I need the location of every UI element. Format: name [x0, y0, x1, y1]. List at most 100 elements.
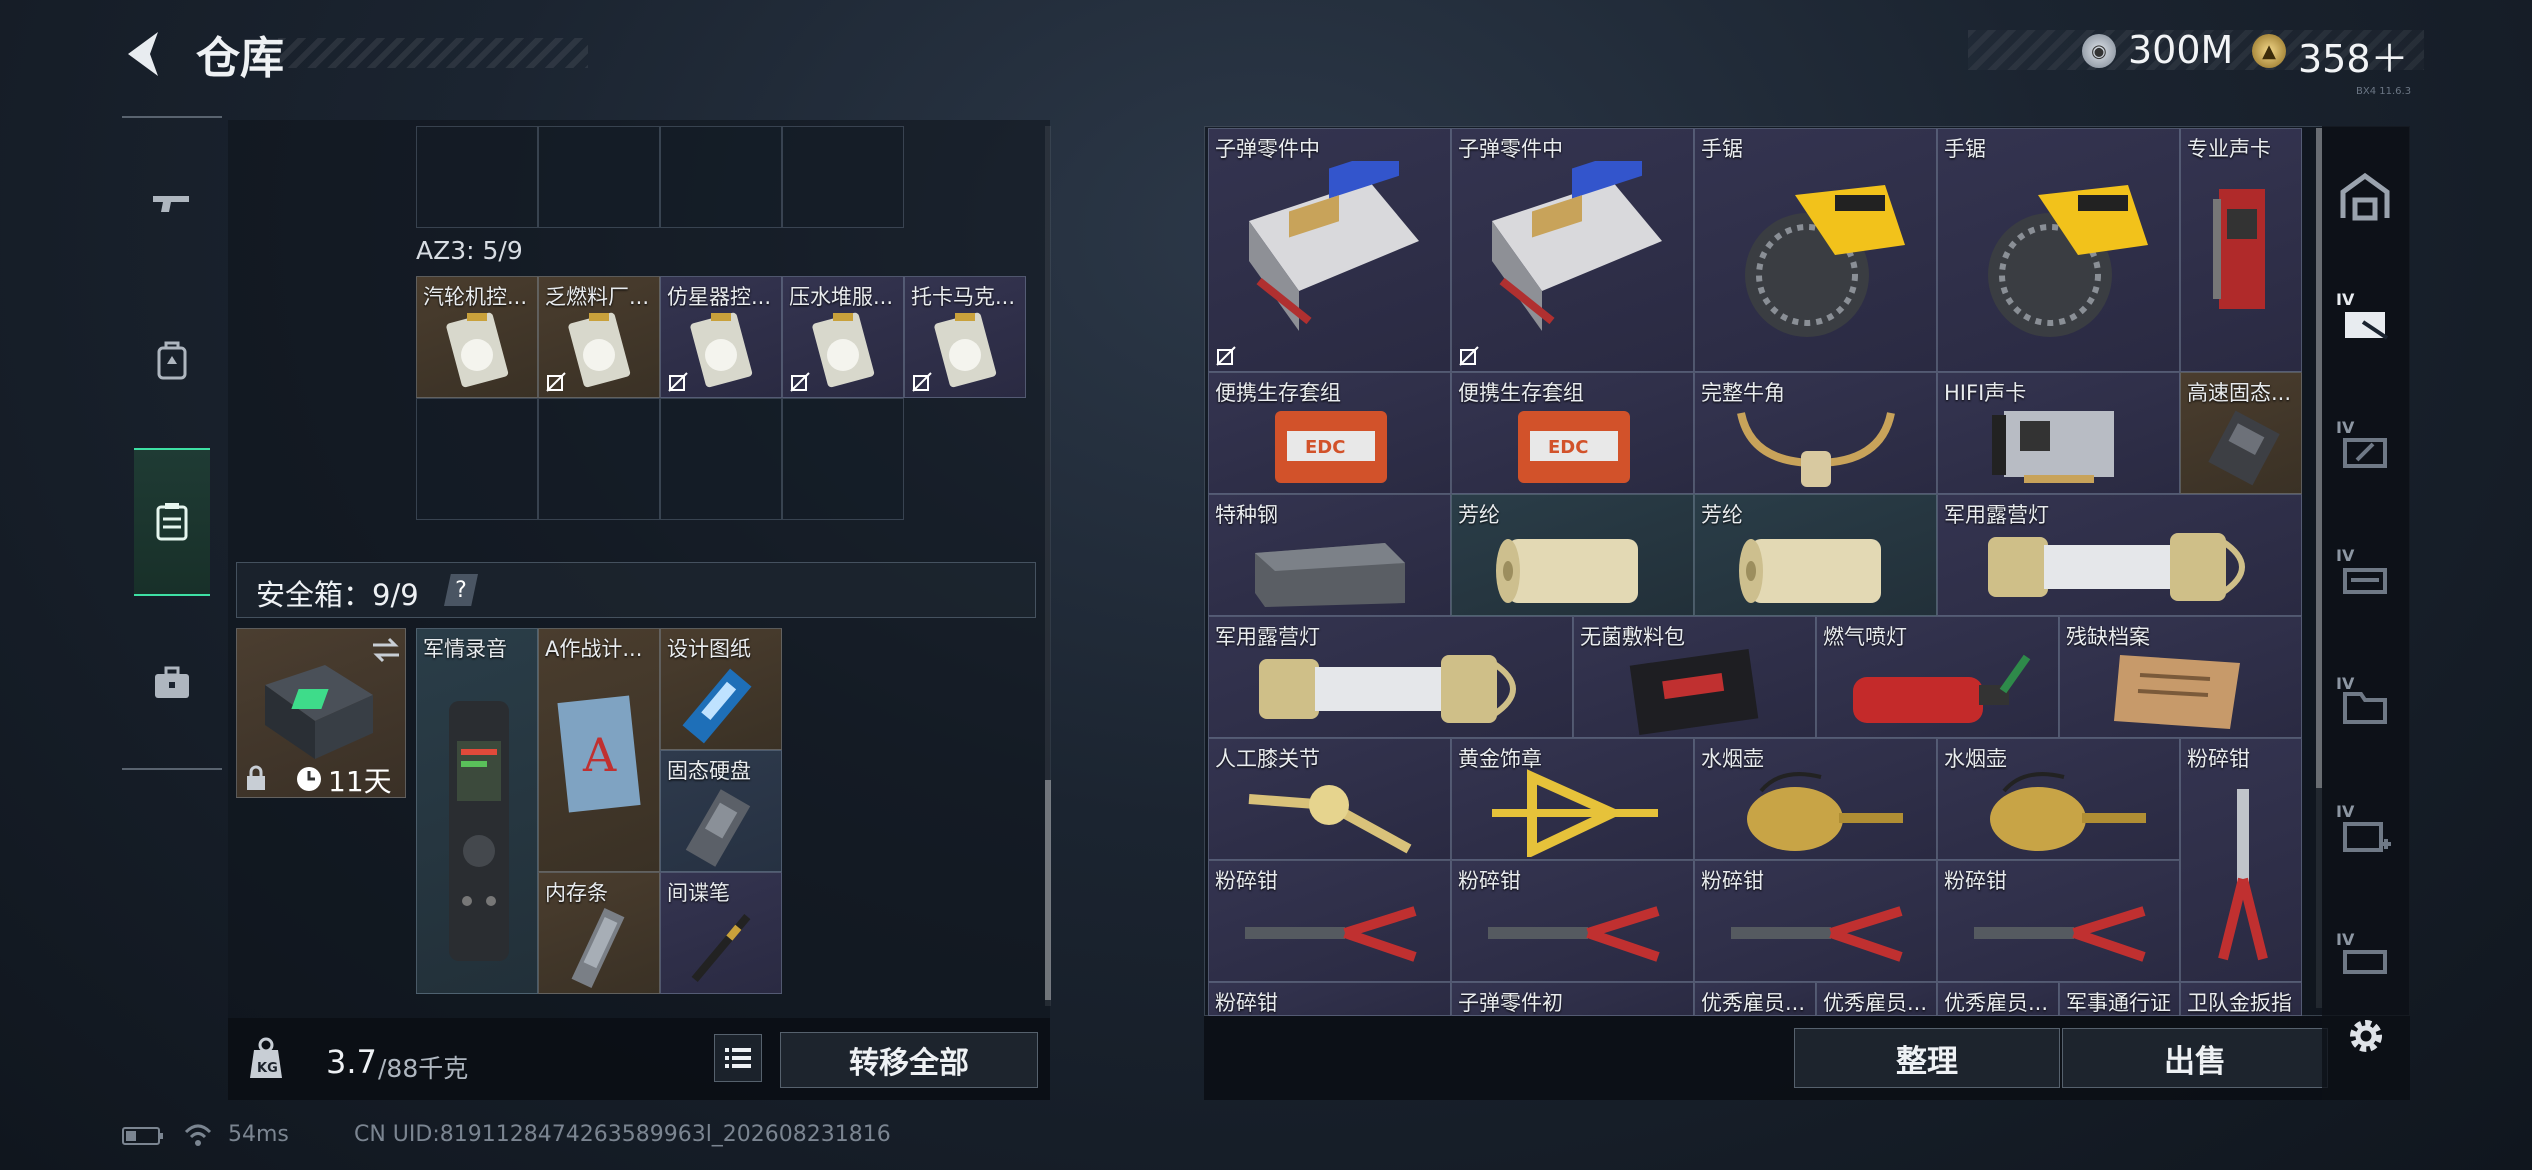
inventory-item[interactable]: 燃气喷灯 — [1816, 616, 2059, 738]
circular-saw-icon — [1745, 185, 1905, 337]
empty-slot[interactable] — [660, 398, 782, 520]
inventory-item[interactable]: 子弹零件中 — [1208, 128, 1451, 372]
storage-tab-4[interactable]: IV — [2328, 664, 2402, 744]
rail-weapon[interactable] — [134, 160, 210, 250]
circular-saw-icon — [1988, 185, 2148, 337]
inventory-item[interactable]: 芳纶 — [1694, 494, 1937, 616]
sell-button[interactable]: 出售 — [2062, 1028, 2328, 1088]
safe-item[interactable]: 军情录音 — [416, 628, 538, 994]
empty-slot[interactable] — [416, 398, 538, 520]
inventory-item[interactable]: 军用露营灯 — [1208, 616, 1573, 738]
storage-tab-2[interactable]: IV — [2328, 408, 2402, 488]
gold-coin-icon: ▲ — [2252, 34, 2286, 68]
inventory-item[interactable]: 优秀雇员... — [1937, 982, 2059, 1016]
settings-button[interactable] — [2340, 1006, 2392, 1066]
svg-text:EDC: EDC — [1305, 437, 1345, 458]
storage-tab-5[interactable]: IV — [2328, 792, 2402, 872]
crusher-pliers-icon — [1245, 906, 1417, 962]
inventory-item[interactable]: 粉碎钳 — [1937, 860, 2180, 982]
inventory-item[interactable]: 子弹零件中 — [1451, 128, 1694, 372]
inventory-item[interactable]: 军用露营灯 — [1937, 494, 2302, 616]
back-button[interactable] — [118, 26, 168, 82]
inventory-item[interactable]: 完整牛角 — [1694, 372, 1937, 494]
wifi-icon — [184, 1124, 212, 1146]
storage-tab-1[interactable]: IV — [2328, 280, 2402, 360]
inventory-item[interactable]: 粉碎钳 — [1208, 982, 1451, 1016]
storage-icon — [156, 503, 188, 541]
safe-item[interactable]: 设计图纸 — [660, 628, 782, 750]
inventory-item[interactable]: 军事通行证 — [2059, 982, 2180, 1016]
inventory-item[interactable]: 粉碎钳 — [1694, 860, 1937, 982]
safe-item[interactable]: 内存条 — [538, 872, 660, 994]
inventory-item[interactable]: 子弹零件初 — [1451, 982, 1694, 1016]
inventory-item[interactable]: 专业声卡 — [2180, 128, 2302, 372]
container-item[interactable]: 乏燃料厂... — [538, 276, 660, 398]
inventory-item[interactable]: 人工膝关节 — [1208, 738, 1451, 860]
inventory-item[interactable]: 卫队金扳指 — [2180, 982, 2302, 1016]
inventory-item[interactable]: 黄金饰章 — [1451, 738, 1694, 860]
safe-item[interactable]: 间谍笔 — [660, 872, 782, 994]
rail-armor[interactable] — [134, 316, 210, 406]
inventory-item[interactable]: 残缺档案 — [2059, 616, 2302, 738]
storage-tab-6[interactable]: IV — [2328, 920, 2402, 980]
sort-button[interactable]: 整理 — [1794, 1028, 2060, 1088]
rail-toolbox[interactable] — [134, 638, 210, 728]
inventory-item[interactable]: 特种钢 — [1208, 494, 1451, 616]
empty-slot[interactable] — [538, 126, 660, 228]
inventory-item[interactable]: 优秀雇员... — [1816, 982, 1937, 1016]
inventory-item[interactable]: 手锯 — [1937, 128, 2180, 372]
inventory-item[interactable]: 芳纶 — [1451, 494, 1694, 616]
item-label: 优秀雇员... — [1944, 991, 2049, 1015]
list-view-button[interactable] — [714, 1034, 762, 1082]
camping-lantern-icon — [1988, 533, 2245, 601]
container-item[interactable]: 汽轮机控... — [416, 276, 538, 398]
item-label: 军事通行证 — [2066, 991, 2171, 1015]
container-item[interactable]: 压水堆服... — [782, 276, 904, 398]
item-label: 汽轮机控... — [423, 285, 528, 309]
crusher-pliers-icon — [1731, 906, 1903, 962]
inventory-item[interactable]: 粉碎钳 — [1451, 860, 1694, 982]
tier-tag: IV — [2336, 930, 2355, 949]
safe-item[interactable]: A作战计... A — [538, 628, 660, 872]
inventory-item[interactable]: 水烟壶 — [1937, 738, 2180, 860]
item-label: 固态硬盘 — [667, 759, 751, 783]
inventory-item[interactable]: 粉碎钳 — [1208, 860, 1451, 982]
item-label: 粉碎钳 — [1215, 869, 1278, 893]
storage-tab-home[interactable] — [2328, 156, 2402, 236]
safe-item[interactable]: 固态硬盘 — [660, 750, 782, 872]
container-item[interactable]: 托卡马克... — [904, 276, 1026, 398]
gold-amount[interactable]: 358＋ — [2298, 28, 2409, 83]
silver-amount[interactable]: 300M — [2128, 28, 2233, 72]
inventory-item[interactable]: 水烟壶 — [1694, 738, 1937, 860]
item-label: 子弹零件中 — [1458, 137, 1563, 161]
empty-slot[interactable] — [782, 398, 904, 520]
gold-badge-icon — [1492, 769, 1658, 857]
keycard-icon — [568, 312, 631, 388]
swap-icon[interactable] — [371, 637, 401, 663]
empty-slot[interactable] — [660, 126, 782, 228]
empty-slot[interactable] — [416, 126, 538, 228]
item-label: 优秀雇员... — [1823, 991, 1928, 1015]
empty-slot[interactable] — [538, 398, 660, 520]
transfer-all-button[interactable]: 转移全部 — [780, 1032, 1038, 1088]
inventory-item[interactable]: 优秀雇员... — [1694, 982, 1816, 1016]
backpack-icon — [157, 341, 187, 380]
clock-icon — [297, 767, 321, 791]
inventory-item[interactable]: 高速固态... — [2180, 372, 2302, 494]
inventory-item[interactable]: 手锯 — [1694, 128, 1937, 372]
inventory-item[interactable]: 便携生存套组 EDC — [1451, 372, 1694, 494]
item-label: 子弹零件中 — [1215, 137, 1320, 161]
container-item[interactable]: 仿星器控... — [660, 276, 782, 398]
storage-tab-3[interactable]: IV — [2328, 536, 2402, 616]
item-label: 设计图纸 — [667, 637, 751, 661]
ssd-icon — [2208, 410, 2280, 486]
rail-storage[interactable] — [134, 448, 210, 596]
inventory-item[interactable]: 粉碎钳 — [2180, 738, 2302, 982]
inventory-item[interactable]: 无菌敷料包 — [1573, 616, 1816, 738]
empty-slot[interactable] — [782, 126, 904, 228]
uid-label: CN UID:8191128474263589963l_202608231816 — [354, 1122, 891, 1147]
inventory-item[interactable]: HIFI声卡 — [1937, 372, 2180, 494]
rail-divider — [122, 116, 222, 118]
left-scroll-thumb[interactable] — [1045, 780, 1051, 1000]
inventory-item[interactable]: 便携生存套组 EDC — [1208, 372, 1451, 494]
